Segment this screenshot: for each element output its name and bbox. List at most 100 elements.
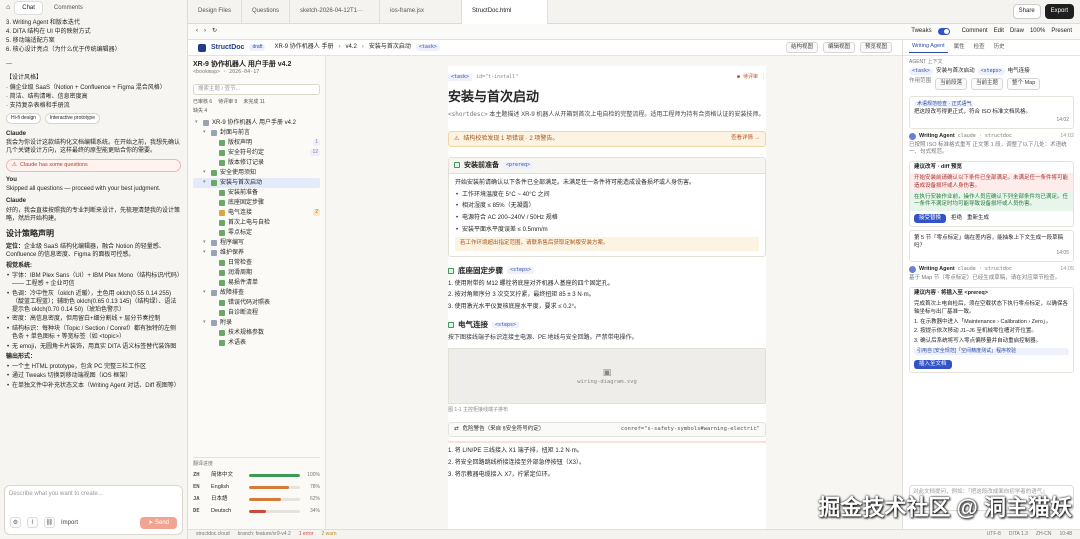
tree-node[interactable]: 电气连接 2 <box>193 208 320 218</box>
link-icon[interactable]: ⛓ <box>44 517 55 529</box>
attach-icon[interactable]: ⌇ <box>27 517 38 529</box>
tab-chat[interactable]: Chat <box>14 0 43 16</box>
forward-icon[interactable]: › <box>204 27 206 35</box>
breadcrumb-item[interactable]: 安装与首次启动 <box>369 43 411 51</box>
chevron-down-icon[interactable]: ▾ <box>203 129 208 136</box>
tree-node[interactable]: 润滑周期 <box>193 268 320 278</box>
tree-node[interactable]: ▾ 安装与首次启动 <box>193 177 320 188</box>
conref-warning[interactable]: ⇄ 危险警告（来自 §安全符号约定） conref="s-safety-symb… <box>448 421 766 438</box>
tree-node[interactable]: 首次上电与自检 <box>193 218 320 228</box>
preview-view-button[interactable]: 预览视图 <box>859 41 892 54</box>
send-button[interactable]: ➤ Send <box>140 516 177 529</box>
details-link[interactable]: 查看详情 → <box>731 135 760 142</box>
status-item[interactable]: 2 warn <box>321 531 336 538</box>
breadcrumb-item[interactable]: XR-9 协作机器人 手册 <box>274 43 333 51</box>
file-tab[interactable]: sketch-2026-04-12T1··· <box>290 0 381 24</box>
tab-writing-agent[interactable]: Writing Agent <box>909 42 948 53</box>
share-button[interactable]: Share <box>1012 4 1041 19</box>
import-button[interactable]: Import <box>61 519 78 527</box>
tree-node[interactable]: ▾ 程序编写 <box>193 238 320 248</box>
scope-option[interactable]: 当前段落 <box>935 78 968 90</box>
tab-history[interactable]: 历史 <box>991 43 1008 52</box>
tree-node[interactable]: ▾ 维护保养 <box>193 248 320 258</box>
tree-node[interactable]: 日常检查 <box>193 258 320 268</box>
chevron-down-icon[interactable]: ▾ <box>203 239 208 246</box>
tree-node[interactable]: 版权声明 1 <box>193 138 320 148</box>
file-tab[interactable]: ios-frame.jsx <box>380 0 463 24</box>
settings-icon[interactable]: ⚙ <box>10 517 21 529</box>
scope-option[interactable]: 当前主题 <box>971 78 1004 90</box>
step-item[interactable]: 3. 将示教器电缆接入 X7，拧紧定位环。 <box>448 471 766 479</box>
compose-input[interactable]: Describe what you want to create... <box>9 490 178 498</box>
edit-view-button[interactable]: 编辑视图 <box>822 41 855 54</box>
tab-comments[interactable]: Comments <box>47 2 90 14</box>
tree-node[interactable]: ▾ 故障排查 <box>193 288 320 298</box>
image-placeholder[interactable]: ▣ wiring-diagram.svg <box>448 348 766 405</box>
zoom-select[interactable]: 100% <box>1030 27 1045 35</box>
home-icon[interactable]: ⌂ <box>6 3 10 12</box>
scope-option[interactable]: 整个 Map <box>1007 78 1041 90</box>
tree-node[interactable]: ▾ XR-9 协作机器人 用户手册 v4.2 <box>193 118 320 128</box>
tree-node[interactable]: 技术规格参数 <box>193 328 320 338</box>
step-item[interactable]: 2. 将安全回路跳线桥接连接至外部急停按钮（X3）。 <box>448 459 766 467</box>
status-item[interactable]: branch: feature/xr9-v4.2 <box>238 531 291 538</box>
retry-button[interactable]: 重新生成 <box>967 215 989 222</box>
tree-node[interactable]: 版本修订记录 <box>193 158 320 168</box>
reject-button[interactable]: 拒绝 <box>951 215 962 222</box>
page-title[interactable]: 安装与首次启动 <box>448 88 766 106</box>
tree-node[interactable]: 零点标定 <box>193 228 320 238</box>
tab-properties[interactable]: 属性 <box>951 43 968 52</box>
prereq-card[interactable]: 安装前准备 <prereq> 开始安装前请确认以下条件已全部满足。未满足任一条件… <box>448 156 766 257</box>
language-row[interactable]: JA 日本語 62% <box>193 494 320 506</box>
insert-button[interactable]: 插入至文档 <box>914 360 952 370</box>
tab-check[interactable]: 检查 <box>971 43 988 52</box>
section-heading[interactable]: 底座固定步骤 <steps> <box>448 266 766 276</box>
back-icon[interactable]: ‹ <box>196 27 198 35</box>
file-tab-active[interactable]: StructDoc.html <box>462 0 549 24</box>
section-heading[interactable]: 电气连接 <steps> <box>448 320 766 330</box>
chevron-down-icon[interactable]: ▾ <box>203 289 208 296</box>
step-item[interactable]: 1. 将 L/N/PE 三线接入 X1 端子排，扭矩 1.2 N·m。 <box>448 447 766 455</box>
chevron-down-icon[interactable]: ▾ <box>195 119 200 126</box>
chevron-down-icon[interactable]: ▾ <box>203 169 208 176</box>
chevron-down-icon[interactable]: ▾ <box>203 179 208 186</box>
tree-node[interactable]: 自诊断流程 <box>193 308 320 318</box>
tree-node[interactable]: 底座固定步骤 <box>193 198 320 208</box>
draw-button[interactable]: Draw <box>1010 27 1024 35</box>
tree-node[interactable]: ▾ 附录 <box>193 318 320 328</box>
tree-node[interactable]: ▾ 封面与前言 <box>193 128 320 138</box>
tree-node[interactable]: ▾ 安全使用须知 <box>193 168 320 178</box>
chevron-down-icon[interactable]: ▾ <box>203 249 208 256</box>
accept-button[interactable]: 接受替换 <box>914 213 947 224</box>
language-row[interactable]: ZH 简体中文 100% <box>193 470 320 482</box>
edit-button[interactable]: Edit <box>994 27 1004 35</box>
outline-search-input[interactable]: 搜索主题 / 查节... <box>193 84 320 96</box>
file-tab[interactable]: Design Files <box>188 0 243 24</box>
chip[interactable]: Interactive prototype <box>44 112 100 124</box>
breadcrumb-item[interactable]: v4.2 <box>345 43 356 51</box>
tree-node[interactable]: 错误代码对照表 <box>193 298 320 308</box>
comment-button[interactable]: Comment <box>962 27 988 35</box>
reload-icon[interactable]: ↻ <box>212 27 217 35</box>
step-item[interactable]: 2. 按对角顺序分 3 次交叉拧紧，最终扭矩 85 ± 3 N·m。 <box>448 291 766 299</box>
chip[interactable]: Hi-fi design <box>6 112 42 124</box>
chevron-down-icon[interactable]: ▾ <box>203 319 208 326</box>
chat-scroll[interactable]: 3. Writing Agent 和版本迭代 4. DITA 结构在 UI 中的… <box>0 16 187 479</box>
compose-box[interactable]: Describe what you want to create... ⚙ ⌇ … <box>4 485 183 535</box>
topic-status[interactable]: ● 待评审 ⋮ <box>737 74 766 81</box>
status-item[interactable]: 1 error <box>299 531 314 538</box>
step-item[interactable]: 3. 使用激光水平仪复核底座水平度，要求 ≤ 0.2°。 <box>448 303 766 311</box>
step-item[interactable]: 1. 使用附带的 M12 螺栓将底座对齐机器人基座的四个固定孔。 <box>448 280 766 288</box>
tree-node[interactable]: 易损件清单 <box>193 278 320 288</box>
language-row[interactable]: DE Deutsch 34% <box>193 506 320 518</box>
file-tab[interactable]: Questions <box>242 0 291 24</box>
export-button[interactable]: Export <box>1044 4 1074 19</box>
tree-node[interactable]: 术语表 <box>193 338 320 348</box>
tree-node[interactable]: 安装前准备 <box>193 188 320 198</box>
structure-view-button[interactable]: 结构视图 <box>785 41 818 54</box>
language-row[interactable]: EN English 78% <box>193 482 320 494</box>
tree-node[interactable]: 安全符号约定 12 <box>193 148 320 158</box>
short-desc[interactable]: <shortdesc> 本主题描述 XR-9 机器人从开箱到首次上电自检的完整流… <box>448 110 766 120</box>
present-button[interactable]: Present <box>1051 27 1072 35</box>
questions-chip[interactable]: ⚠ Claude has some questions <box>6 158 181 173</box>
